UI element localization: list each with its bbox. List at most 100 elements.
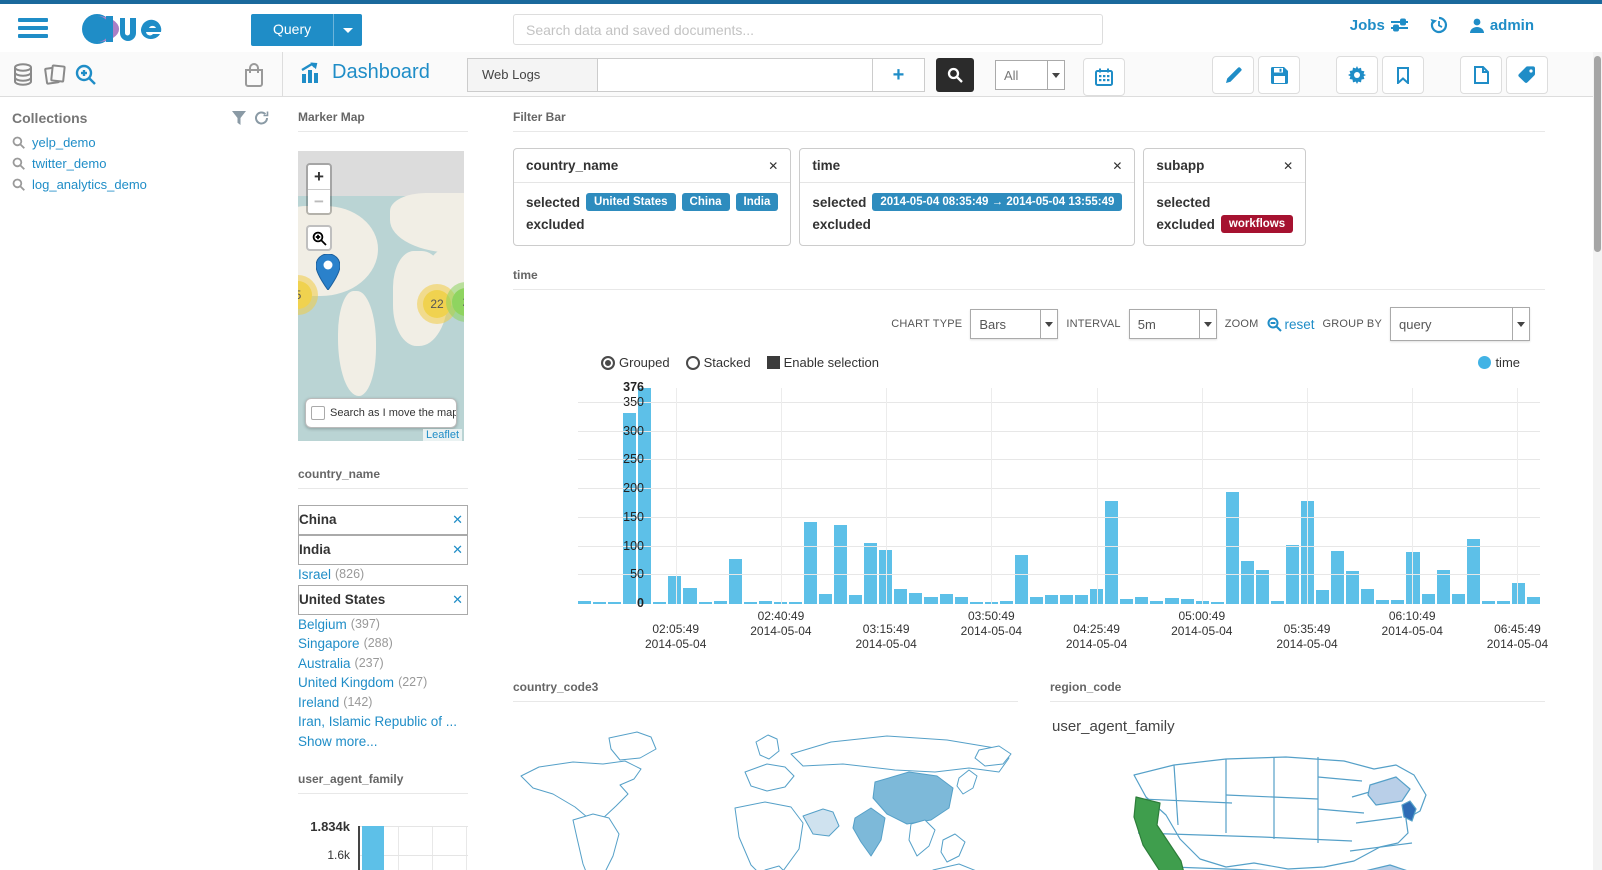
hue-logo[interactable]	[80, 12, 175, 46]
time-bar[interactable]	[683, 587, 697, 604]
time-bar[interactable]	[1075, 595, 1089, 604]
time-bar[interactable]	[1391, 599, 1405, 604]
history-icon[interactable]	[1430, 16, 1448, 34]
time-bar[interactable]	[698, 602, 712, 604]
time-bar[interactable]	[653, 602, 667, 604]
filter-value-pill[interactable]: United States	[586, 193, 676, 211]
save-button[interactable]	[1258, 56, 1300, 94]
user-agent-bar[interactable]	[362, 826, 384, 870]
filter-funnel-icon[interactable]	[232, 111, 246, 125]
time-bar[interactable]	[909, 593, 923, 604]
time-bar[interactable]	[954, 597, 968, 604]
time-bar[interactable]	[834, 525, 848, 604]
time-bar[interactable]	[1165, 597, 1179, 604]
time-bar[interactable]	[713, 601, 727, 604]
user-menu[interactable]: admin	[1469, 17, 1534, 34]
collection-item[interactable]: log_analytics_demo	[0, 174, 283, 195]
bookmark-button[interactable]	[1382, 56, 1424, 94]
refresh-icon[interactable]	[254, 111, 269, 125]
time-bar[interactable]	[758, 601, 772, 604]
time-bar[interactable]	[864, 542, 878, 604]
time-bar[interactable]	[1180, 598, 1194, 604]
dashboard-title[interactable]: Dashboard	[300, 61, 430, 84]
documents-copy-icon[interactable]	[44, 63, 66, 86]
add-filter-button[interactable]: +	[873, 58, 925, 92]
facet-item[interactable]: Australia (237)	[298, 654, 468, 674]
time-bar[interactable]	[1240, 560, 1254, 604]
close-icon[interactable]: ✕	[738, 159, 778, 173]
collection-item[interactable]: yelp_demo	[0, 132, 283, 153]
us-gradient-map[interactable]	[1112, 747, 1545, 870]
time-bar[interactable]	[1346, 571, 1360, 604]
time-bar[interactable]	[1316, 590, 1330, 604]
time-bar[interactable]	[1060, 595, 1074, 604]
time-bar[interactable]	[1451, 593, 1465, 604]
interval-select[interactable]: 5m	[1128, 309, 1217, 339]
facet-item[interactable]: United States ✕	[298, 584, 468, 615]
time-bar[interactable]	[1496, 601, 1510, 604]
facet-item[interactable]: Israel (826)	[298, 565, 468, 585]
remove-facet-icon[interactable]: ✕	[452, 540, 467, 560]
leaflet-attribution-link[interactable]: Leaflet	[422, 429, 462, 441]
index-database-icon[interactable]	[12, 63, 34, 86]
query-split-button[interactable]: Query	[251, 14, 363, 46]
time-bar[interactable]	[1014, 555, 1028, 604]
scope-select[interactable]: All	[995, 60, 1065, 90]
stacked-radio[interactable]: Stacked	[685, 355, 751, 370]
time-bar[interactable]	[894, 588, 908, 604]
time-bar[interactable]	[1150, 601, 1164, 604]
group-by-select[interactable]: query	[1390, 307, 1530, 341]
series-legend-time[interactable]: time	[1478, 355, 1520, 370]
time-bar[interactable]	[924, 597, 938, 604]
time-bar[interactable]	[1029, 597, 1043, 604]
facet-item[interactable]: Ireland (142)	[298, 693, 468, 713]
facet-item[interactable]: Belgium (397)	[298, 615, 468, 635]
dashboard-query-input[interactable]	[597, 58, 873, 92]
settings-gear-button[interactable]	[1336, 56, 1378, 94]
time-bar[interactable]	[969, 602, 983, 604]
map-search-checkbox-row[interactable]: Search as I move the map	[305, 398, 457, 428]
edit-button[interactable]	[1212, 56, 1254, 94]
time-bar[interactable]	[849, 595, 863, 604]
new-document-button[interactable]	[1460, 56, 1502, 94]
bag-icon[interactable]	[243, 63, 265, 87]
query-dropdown-caret[interactable]	[333, 14, 362, 46]
world-gradient-map[interactable]	[513, 720, 1018, 870]
zoom-in-icon[interactable]	[74, 63, 98, 87]
time-bar[interactable]	[1270, 601, 1284, 604]
time-bar[interactable]	[1481, 600, 1495, 604]
hamburger-menu-icon[interactable]	[18, 18, 48, 38]
time-bar[interactable]	[1225, 491, 1239, 604]
page-scrollbar[interactable]	[1593, 52, 1602, 870]
time-bar[interactable]	[1421, 593, 1435, 604]
close-icon[interactable]: ✕	[1082, 159, 1122, 173]
time-bar[interactable]	[819, 594, 833, 604]
user-agent-family-chart[interactable]: 1.834k 1.6k 1.4k	[298, 814, 468, 870]
time-bar[interactable]	[1526, 597, 1540, 604]
map-search-checkbox[interactable]	[311, 406, 325, 420]
chart-type-select[interactable]: Bars	[970, 309, 1059, 339]
map-magnifier-button[interactable]	[306, 225, 332, 251]
time-bar[interactable]	[803, 522, 817, 604]
show-more-link[interactable]: Show more...	[298, 732, 468, 752]
filter-value-pill[interactable]: 2014-05-04 08:35:49 → 2014-05-04 13:55:4…	[872, 193, 1123, 211]
time-bar[interactable]	[1331, 550, 1345, 604]
time-bar-chart[interactable]: 02:05:49 2014-05-04 02:40:49 2014-05-04 03:1…	[513, 374, 1548, 654]
facet-item[interactable]: China ✕	[298, 505, 468, 535]
query-button-label[interactable]: Query	[251, 14, 333, 46]
scrollbar-thumb[interactable]	[1594, 56, 1601, 252]
filter-value-pill[interactable]: workflows	[1220, 215, 1294, 233]
time-bar[interactable]	[1466, 538, 1480, 604]
facet-item[interactable]: Iran, Islamic Republic of ...	[298, 712, 468, 732]
map-marker-pin[interactable]	[316, 254, 340, 290]
facet-item[interactable]: India ✕	[298, 535, 468, 565]
time-bar[interactable]	[1376, 599, 1390, 604]
collection-name-label[interactable]: Web Logs	[467, 58, 597, 92]
time-bar[interactable]	[1135, 596, 1149, 604]
close-icon[interactable]: ✕	[1253, 159, 1293, 173]
jobs-link[interactable]: Jobs	[1350, 17, 1408, 34]
facet-item[interactable]: United Kingdom (227)	[298, 673, 468, 693]
time-bar[interactable]	[1044, 595, 1058, 604]
marker-map[interactable]: + − 5 22 2	[298, 151, 464, 441]
filter-value-pill[interactable]: India	[735, 193, 779, 211]
